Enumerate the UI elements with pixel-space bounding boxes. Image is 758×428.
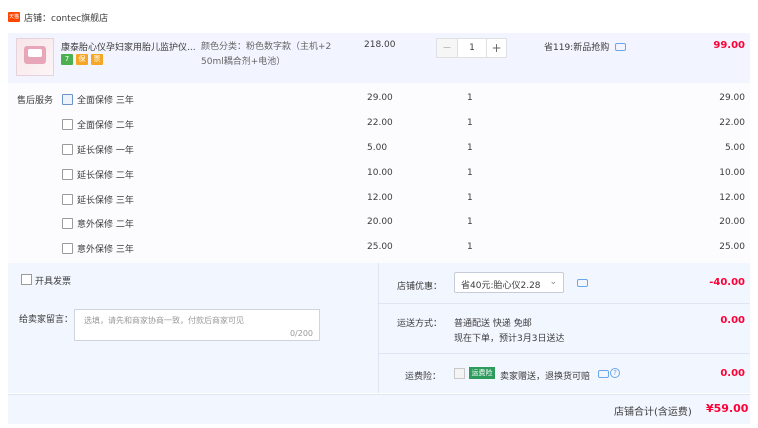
service-qty: 1 (467, 193, 473, 203)
unit-price: 218.00 (364, 40, 396, 50)
service-name: 意外保修 三年 (77, 245, 134, 255)
service-total: 12.00 (719, 193, 745, 203)
service-price: 25.00 (367, 242, 393, 252)
message-textarea[interactable]: 选填，请先和商家协商一致，付款后商家可见 0/200 (74, 309, 320, 341)
service-name: 延长保修 一年 (77, 146, 134, 156)
product-title-link[interactable]: 康泰胎心仪孕妇家用胎儿监护仪... (61, 40, 196, 53)
service-name: 延长保修 三年 (77, 196, 134, 206)
service-checkbox[interactable] (62, 169, 73, 180)
service-total: 5.00 (724, 143, 745, 153)
service-row: 延长保修 二年 10.00 1 10.00 (0, 168, 758, 193)
service-qty: 1 (467, 168, 473, 178)
message-label: 给卖家留言： (19, 315, 74, 325)
service-row: 全面保修 二年 22.00 1 22.00 (0, 118, 758, 143)
service-price: 10.00 (367, 168, 393, 178)
service-name: 全面保修 二年 (77, 121, 134, 131)
divider (378, 353, 750, 354)
service-price: 12.00 (367, 193, 393, 203)
invoice-label: 开具发票 (35, 277, 72, 287)
promo-info-icon[interactable] (615, 43, 626, 51)
service-name: 全面保修 三年 (77, 96, 134, 106)
divider (378, 263, 379, 393)
service-name: 意外保修 二年 (77, 220, 134, 230)
service-total: 10.00 (719, 168, 745, 178)
product-image-screen (28, 49, 42, 57)
insurance-checkbox[interactable] (454, 368, 465, 379)
shop-name-link[interactable]: 店铺：contec旗舰店 (24, 11, 108, 24)
service-price: 29.00 (367, 93, 393, 103)
service-checkbox[interactable] (62, 144, 73, 155)
service-price: 20.00 (367, 217, 393, 227)
message-char-count: 0/200 (289, 329, 313, 338)
service-row: 延长保修 一年 5.00 1 5.00 (0, 143, 758, 168)
shipping-method: 普通配送 快递 免邮 (454, 319, 532, 329)
insurance-value: 0.00 (720, 368, 745, 379)
coupon-value: -40.00 (709, 277, 745, 288)
service-row: 意外保修 二年 20.00 1 20.00 (0, 217, 758, 242)
service-price: 5.00 (367, 143, 388, 153)
service-row: 全面保修 三年 29.00 1 29.00 (0, 93, 758, 118)
shipping-value: 0.00 (720, 315, 745, 326)
promo-text: 省119:新品抢购 (544, 43, 610, 53)
service-qty: 1 (467, 242, 473, 252)
shop-total-amount: ¥59.00 (706, 402, 749, 415)
product-spec: 颜色分类：粉色数字款（主机+2 50ml耦合剂+电池） (201, 40, 341, 70)
help-icon[interactable]: ? (610, 368, 620, 378)
shop-header (0, 0, 758, 33)
shipping-eta: 现在下单，预计3月3日送达 (454, 334, 565, 344)
service-checkbox[interactable] (62, 218, 73, 229)
service-checkbox[interactable] (62, 243, 73, 254)
service-price: 22.00 (367, 118, 393, 128)
qty-decrease-button[interactable]: − (436, 38, 458, 58)
service-qty: 1 (467, 217, 473, 227)
service-total: 22.00 (719, 118, 745, 128)
service-checkbox[interactable] (62, 194, 73, 205)
tag-7day-icon: 7 (61, 54, 73, 65)
service-qty: 1 (467, 118, 473, 128)
qty-increase-button[interactable]: + (486, 38, 507, 58)
service-checkbox[interactable] (62, 94, 73, 105)
service-checkbox[interactable] (62, 119, 73, 130)
service-qty: 1 (467, 93, 473, 103)
service-total: 29.00 (719, 93, 745, 103)
item-total: 99.00 (713, 40, 745, 51)
service-qty: 1 (467, 143, 473, 153)
tag-guarantee-icon: 保 (76, 54, 88, 65)
tmall-badge-icon: 天猫 (8, 12, 20, 22)
insurance-text: 卖家赠送，退换货可赔 (500, 372, 591, 382)
service-name: 延长保修 二年 (77, 171, 134, 181)
chevron-down-icon: ⌄ (549, 277, 557, 287)
divider (378, 303, 750, 304)
coupon-label: 店铺优惠： (397, 282, 443, 292)
insurance-info-icon[interactable] (598, 370, 609, 378)
shipping-label: 运送方式： (397, 319, 443, 329)
qty-input[interactable]: 1 (458, 38, 486, 58)
service-total: 20.00 (719, 217, 745, 227)
coupon-info-icon[interactable] (577, 279, 588, 287)
coupon-selected: 省40元:胎心仪2.28 (461, 281, 541, 291)
insurance-badge: 运费险 (469, 367, 495, 379)
spec-line-2: 50ml耦合剂+电池） (201, 57, 286, 67)
invoice-checkbox[interactable] (21, 274, 32, 285)
spec-line-1: 颜色分类：粉色数字款（主机+2 (201, 42, 332, 52)
insurance-label: 运费险： (405, 372, 442, 382)
service-total: 25.00 (719, 242, 745, 252)
service-row: 延长保修 三年 12.00 1 12.00 (0, 193, 758, 218)
tag-invoice-icon: 票 (91, 54, 103, 65)
coupon-select[interactable]: 省40元:胎心仪2.28 ⌄ (454, 272, 564, 293)
shop-total-label: 店铺合计(含运费) (614, 407, 692, 418)
message-placeholder: 选填，请先和商家协商一致，付款后商家可见 (84, 316, 244, 325)
